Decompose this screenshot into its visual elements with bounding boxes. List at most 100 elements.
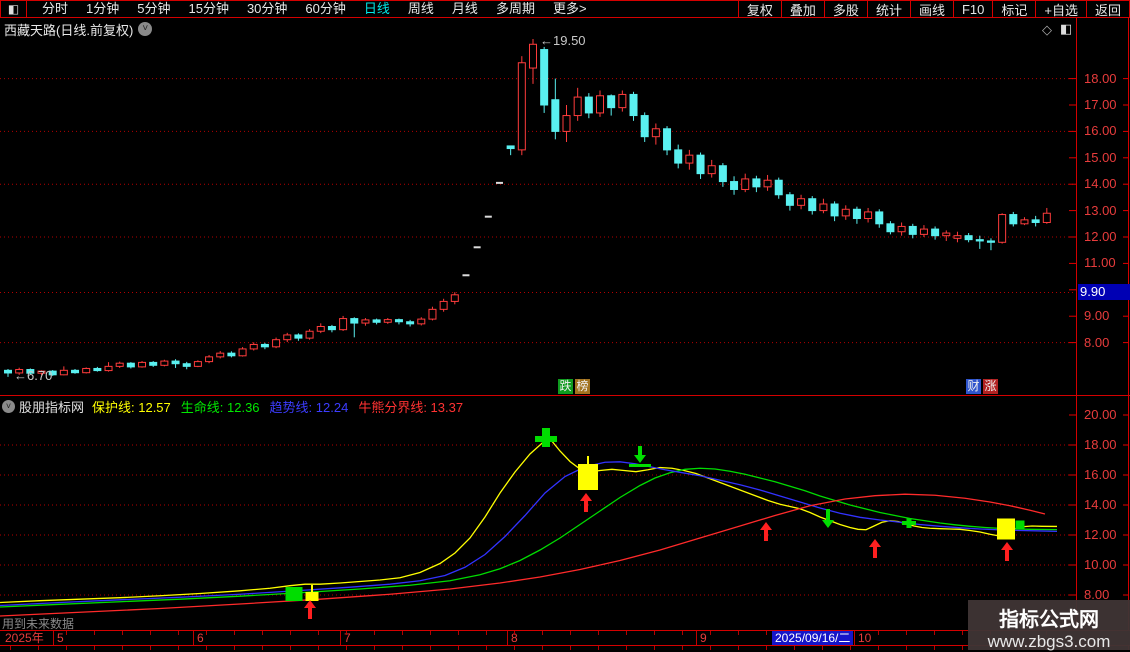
month-separator bbox=[854, 631, 855, 645]
axis-tick bbox=[962, 631, 963, 635]
axis-tick bbox=[234, 631, 235, 635]
axis-tick bbox=[486, 631, 487, 635]
axis-stub bbox=[290, 646, 291, 650]
indicator-plot[interactable] bbox=[0, 396, 1130, 630]
axis-divider bbox=[1076, 18, 1077, 646]
indicator-price-label: 20.00 bbox=[1084, 407, 1117, 422]
selected-date-badge: 2025/09/16/二 bbox=[772, 631, 854, 645]
axis-stub bbox=[346, 646, 347, 650]
collapse-indicator-icon[interactable]: ˅ bbox=[2, 399, 15, 413]
axis-tick bbox=[878, 631, 879, 635]
period-更多>[interactable]: 更多> bbox=[544, 1, 596, 17]
axis-stub bbox=[682, 646, 683, 650]
axis-stub bbox=[486, 646, 487, 650]
period-分时[interactable]: 分时 bbox=[33, 1, 77, 17]
indicator-source: 股朋指标网 bbox=[19, 399, 85, 415]
period-60分钟[interactable]: 60分钟 bbox=[296, 1, 354, 17]
future-data-note: 用到未来数据 bbox=[2, 617, 75, 631]
axis-tick bbox=[402, 631, 403, 635]
action-画线[interactable]: 画线 bbox=[911, 1, 954, 18]
app-window: ◧ 分时 1分钟 5分钟 15分钟 30分钟 60分钟 日线 周线 月线 多周期 更多> 复权 叠加多… bbox=[0, 0, 1130, 651]
action-多股[interactable]: 多股 bbox=[825, 1, 868, 18]
hot-link-跌[interactable]: 跌 bbox=[558, 379, 573, 394]
price-label: 13.00 bbox=[1084, 202, 1117, 218]
axis-stub bbox=[262, 646, 263, 650]
indicator-header: ˅ 股朋指标网 保护线: 12.57 生命线: 12.36 趋势线: 12.24 牛熊… bbox=[2, 398, 473, 415]
axis-tick bbox=[738, 631, 739, 635]
toolbar: ◧ 分时 1分钟 5分钟 15分钟 30分钟 60分钟 日线 周线 月线 多周期 更多> 复权 叠加多… bbox=[0, 0, 1130, 18]
indicator-value-趋势线: 趋势线: 12.24 bbox=[269, 399, 349, 415]
month-label-9: 9 bbox=[700, 631, 707, 645]
period-1分钟[interactable]: 1分钟 bbox=[77, 1, 128, 17]
watermark: 指标公式网 www.zbgs3.com bbox=[968, 600, 1130, 651]
axis-stub bbox=[234, 646, 235, 650]
price-label: 8.00 bbox=[1084, 334, 1110, 350]
month-label-6: 6 bbox=[197, 631, 204, 645]
axis-stub bbox=[934, 646, 935, 650]
period-menu: 分时 1分钟 5分钟 15分钟 30分钟 60分钟 日线 周线 月线 多周期 更多> bbox=[27, 1, 738, 17]
indicator-price-label: 18.00 bbox=[1084, 437, 1117, 452]
axis-tick bbox=[934, 631, 935, 635]
action-F10[interactable]: F10 bbox=[954, 1, 994, 17]
axis-tick bbox=[346, 631, 347, 635]
axis-stub bbox=[794, 646, 795, 650]
action-叠加[interactable]: 叠加 bbox=[782, 1, 825, 18]
indicator-price-label: 10.00 bbox=[1084, 557, 1117, 572]
period-5分钟[interactable]: 5分钟 bbox=[128, 1, 179, 17]
axis-stub bbox=[94, 646, 95, 650]
axis-tick bbox=[206, 631, 207, 635]
price-label: 12.00 bbox=[1084, 229, 1117, 244]
action-返回[interactable]: 返回 bbox=[1087, 1, 1130, 18]
toolbar-actions: 复权 叠加 多股 统计 画线 F10 标记 +自选 返回 bbox=[737, 1, 1130, 18]
axis-stub bbox=[178, 646, 179, 650]
axis-stub bbox=[514, 646, 515, 650]
axis-tick bbox=[94, 631, 95, 635]
layout-toggle-icon[interactable]: ◧ bbox=[0, 1, 27, 17]
period-30分钟[interactable]: 30分钟 bbox=[238, 1, 296, 17]
axis-tick bbox=[318, 631, 319, 635]
axis-tick bbox=[290, 631, 291, 635]
axis-stub bbox=[458, 646, 459, 650]
action-+自选[interactable]: +自选 bbox=[1036, 1, 1087, 18]
axis-tick bbox=[598, 631, 599, 635]
hot-link-榜[interactable]: 榜 bbox=[575, 379, 590, 394]
period-15分钟[interactable]: 15分钟 bbox=[179, 1, 237, 17]
period-周线[interactable]: 周线 bbox=[399, 1, 443, 17]
axis-stub bbox=[878, 646, 879, 650]
axis-stub bbox=[38, 646, 39, 650]
axis-tick bbox=[430, 631, 431, 635]
axis-stub bbox=[374, 646, 375, 650]
axis-stub bbox=[402, 646, 403, 650]
chevron-down-icon[interactable]: ˅ bbox=[138, 22, 153, 36]
axis-tick bbox=[654, 631, 655, 635]
axis-tick bbox=[122, 631, 123, 635]
main-chart-plot[interactable] bbox=[0, 18, 1130, 395]
action-标记[interactable]: 标记 bbox=[993, 1, 1037, 18]
axis-tick bbox=[906, 631, 907, 635]
last-price-badge: 9.90 bbox=[1078, 284, 1130, 300]
action-复权[interactable]: 复权 bbox=[739, 1, 782, 18]
month-label-7: 7 bbox=[344, 631, 351, 645]
axis-tick bbox=[626, 631, 627, 635]
indicator-value-保护线: 保护线: 12.57 bbox=[92, 399, 171, 415]
period-月线[interactable]: 月线 bbox=[443, 1, 487, 17]
axis-stub bbox=[318, 646, 319, 650]
month-separator bbox=[340, 631, 341, 645]
action-统计[interactable]: 统计 bbox=[868, 1, 911, 18]
axis-tick bbox=[374, 631, 375, 635]
month-separator bbox=[696, 631, 697, 645]
axis-tick bbox=[514, 631, 515, 635]
hot-link-财[interactable]: 财 bbox=[966, 379, 981, 394]
month-label-10: 10 bbox=[858, 631, 872, 645]
right-border bbox=[1128, 0, 1129, 650]
axis-stub bbox=[570, 646, 571, 650]
price-label: 14.00 bbox=[1084, 176, 1117, 192]
price-label: 16.00 bbox=[1084, 123, 1117, 139]
axis-tick bbox=[682, 631, 683, 635]
axis-stub bbox=[906, 646, 907, 650]
indicator-price-label: 12.00 bbox=[1084, 527, 1117, 542]
period-多周期[interactable]: 多周期 bbox=[487, 1, 544, 17]
period-日线[interactable]: 日线 bbox=[355, 1, 399, 17]
hot-link-涨[interactable]: 涨 bbox=[983, 379, 998, 394]
axis-stub bbox=[430, 646, 431, 650]
